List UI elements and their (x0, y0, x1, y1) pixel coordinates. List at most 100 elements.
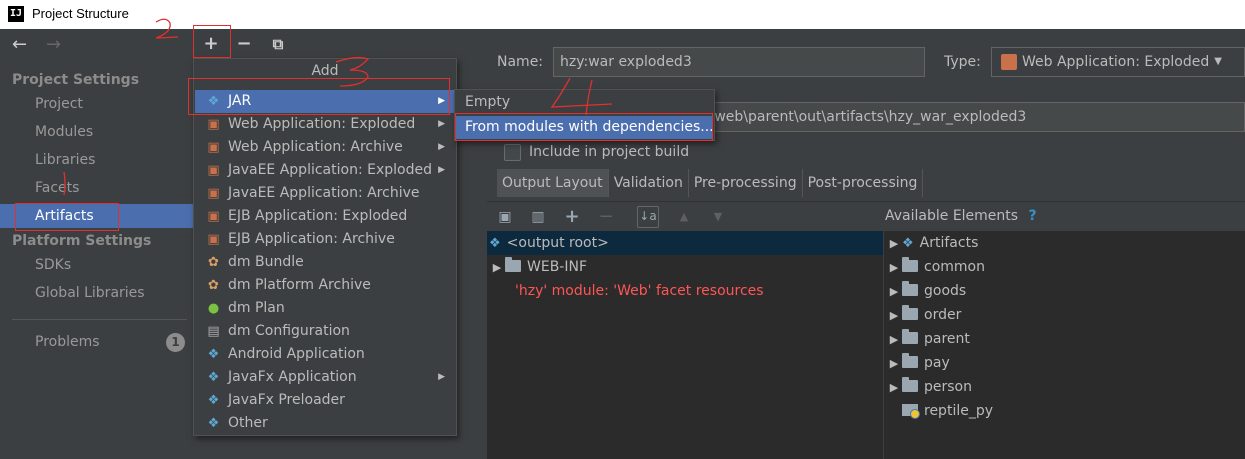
expand-arrow-icon[interactable]: ▶ (886, 256, 902, 280)
remove-button[interactable]: − (233, 33, 255, 55)
output-tree-row[interactable]: ❖ <output root> (487, 231, 883, 255)
problems-count-badge: 1 (166, 333, 185, 352)
available-tree-row-artifacts[interactable]: ▶ ❖ Artifacts (884, 231, 1245, 255)
move-down-icon[interactable]: ▼ (709, 208, 727, 226)
sidebar-item-modules[interactable]: Modules (0, 120, 193, 144)
tree-item-label: common (924, 259, 985, 275)
tab-output-layout[interactable]: Output Layout (497, 169, 609, 197)
add-menu-item-ejb-application-archive[interactable]: ▣ EJB Application: Archive (195, 228, 455, 251)
available-tree-row-order[interactable]: ▶ order (884, 303, 1245, 327)
window-title: Project Structure (32, 6, 129, 21)
move-up-icon[interactable]: ▲ (675, 208, 693, 226)
android-icon: ❖ (207, 347, 220, 362)
available-tree-row-common[interactable]: ▶ common (884, 255, 1245, 279)
add-menu-item-web-application-exploded[interactable]: ▣ Web Application: Exploded ▶ (195, 113, 455, 136)
other-icon: ❖ (207, 416, 220, 431)
menu-item-label: EJB Application: Archive (228, 231, 395, 247)
ejb-archive-icon: ▣ (207, 232, 220, 247)
add-menu-item-dm-platform-archive[interactable]: ✿ dm Platform Archive (195, 274, 455, 297)
help-icon[interactable]: ? (1029, 208, 1037, 224)
sidebar-item-facets[interactable]: Facets (0, 176, 193, 200)
sidebar-item-label: Facets (35, 180, 80, 196)
menu-item-label: Empty (465, 94, 511, 110)
tab-validation[interactable]: Validation (609, 169, 689, 197)
available-elements-tree: ▶ ❖ Artifacts ▶ common ▶ goods ▶ order ▶ parent ▶ pa… (884, 231, 1245, 459)
dm-bundle-icon: ✿ (208, 255, 219, 270)
output-tree-row[interactable]: 'hzy' module: 'Web' facet resources (487, 279, 883, 303)
expand-arrow-icon[interactable]: ▶ (886, 232, 902, 256)
new-folder-icon[interactable]: ▣ (496, 208, 514, 226)
tree-item-label: order (924, 307, 962, 323)
sort-icon[interactable]: ↓a (637, 206, 659, 228)
add-menu-item-jar[interactable]: ❖ JAR ▶ (195, 90, 455, 113)
sidebar-item-global-libraries[interactable]: Global Libraries (0, 281, 193, 305)
python-folder-icon (902, 404, 920, 419)
add-button[interactable]: + (200, 33, 222, 55)
sidebar-item-project[interactable]: Project (0, 92, 193, 116)
add-menu-item-dm-configuration[interactable]: ▤ dm Configuration (195, 320, 455, 343)
web-app-archive-icon: ▣ (207, 140, 220, 155)
expand-arrow-icon[interactable]: ▶ (886, 328, 902, 352)
sidebar-item-label: Project (35, 96, 83, 112)
add-element-icon[interactable]: + (563, 208, 581, 226)
available-tree-row-person[interactable]: ▶ person (884, 375, 1245, 399)
menu-item-label: Other (228, 415, 268, 431)
available-tree-row-pay[interactable]: ▶ pay (884, 351, 1245, 375)
project-settings-header: Project Settings (12, 72, 140, 88)
expand-arrow-icon[interactable]: ▶ (489, 256, 505, 280)
add-menu-item-android-application[interactable]: ❖ Android Application (195, 343, 455, 366)
jar-menu-item-empty[interactable]: Empty (456, 91, 713, 114)
add-menu-item-javafx-preloader[interactable]: ❖ JavaFx Preloader (195, 389, 455, 412)
back-arrow-icon[interactable]: ← (12, 36, 27, 54)
expand-arrow-icon[interactable]: ▶ (886, 352, 902, 376)
add-menu-item-web-application-archive[interactable]: ▣ Web Application: Archive ▶ (195, 136, 455, 159)
tab-pre-processing[interactable]: Pre-processing (689, 169, 803, 197)
add-menu-item-ejb-application-exploded[interactable]: ▣ EJB Application: Exploded (195, 205, 455, 228)
expand-arrow-icon[interactable]: ▶ (886, 376, 902, 400)
output-directory-field[interactable]: e\web\parent\out\artifacts\hzy_war_explo… (699, 102, 1245, 132)
folder-icon (505, 257, 521, 272)
tab-post-processing[interactable]: Post-processing (803, 169, 924, 197)
sidebar-item-artifacts[interactable]: Artifacts (0, 204, 193, 228)
output-layout-tree: ❖ <output root> ▶ WEB-INF 'hzy' module: 'Web… (487, 231, 883, 459)
type-select[interactable]: Web Application: Exploded ▼ (991, 47, 1245, 77)
sidebar-item-sdks[interactable]: SDKs (0, 253, 193, 277)
layout-toolbar: ▣ ▥ + − ↓a ▲ ▼ Available Elements ? (487, 201, 1245, 231)
tree-item-label: <output root> (506, 235, 609, 251)
add-menu-item-javaee-application-exploded[interactable]: ▣ JavaEE Application: Exploded ▶ (195, 159, 455, 182)
menu-item-label: JavaFx Application (228, 369, 357, 385)
menu-item-label: JAR (228, 93, 252, 109)
output-tree-row[interactable]: ▶ WEB-INF (487, 255, 883, 279)
forward-arrow-icon[interactable]: → (46, 36, 61, 54)
type-label: Type: (944, 54, 981, 70)
output-root-icon: ❖ (489, 236, 501, 251)
add-menu-item-javaee-application-archive[interactable]: ▣ JavaEE Application: Archive (195, 182, 455, 205)
artifacts-icon: ❖ (902, 236, 914, 251)
archive-icon[interactable]: ▥ (529, 208, 547, 226)
remove-element-icon[interactable]: − (597, 208, 615, 226)
add-menu-item-dm-plan[interactable]: ● dm Plan (195, 297, 455, 320)
title-bar: IJ Project Structure (0, 0, 1245, 29)
available-tree-row-goods[interactable]: ▶ goods (884, 279, 1245, 303)
name-field[interactable]: hzy:war exploded3 (553, 47, 925, 77)
sidebar-item-label: Problems (35, 334, 100, 350)
sidebar-item-problems[interactable]: Problems 1 (0, 330, 193, 354)
jar-menu-item-from-modules-with-dependencies[interactable]: From modules with dependencies... (456, 116, 714, 139)
sidebar-item-label: Modules (35, 124, 94, 140)
tree-item-label: WEB-INF (527, 259, 587, 275)
copy-button[interactable]: ⧉ (267, 33, 289, 55)
available-tree-row-parent[interactable]: ▶ parent (884, 327, 1245, 351)
add-menu-item-dm-bundle[interactable]: ✿ dm Bundle (195, 251, 455, 274)
expand-arrow-icon[interactable]: ▶ (886, 280, 902, 304)
expand-arrow-icon[interactable]: ▶ (886, 304, 902, 328)
platform-settings-header: Platform Settings (12, 233, 152, 249)
include-in-build-checkbox[interactable] (504, 144, 521, 161)
folder-icon (902, 281, 918, 296)
add-menu-item-other[interactable]: ❖ Other (195, 412, 455, 435)
sidebar-item-libraries[interactable]: Libraries (0, 148, 193, 172)
add-menu-item-javafx-application[interactable]: ❖ JavaFx Application ▶ (195, 366, 455, 389)
available-tree-row-reptile-py[interactable]: reptile_py (884, 399, 1245, 423)
ejb-icon: ▣ (207, 209, 220, 224)
menu-item-label: JavaFx Preloader (228, 392, 345, 408)
submenu-arrow-icon: ▶ (438, 372, 445, 382)
